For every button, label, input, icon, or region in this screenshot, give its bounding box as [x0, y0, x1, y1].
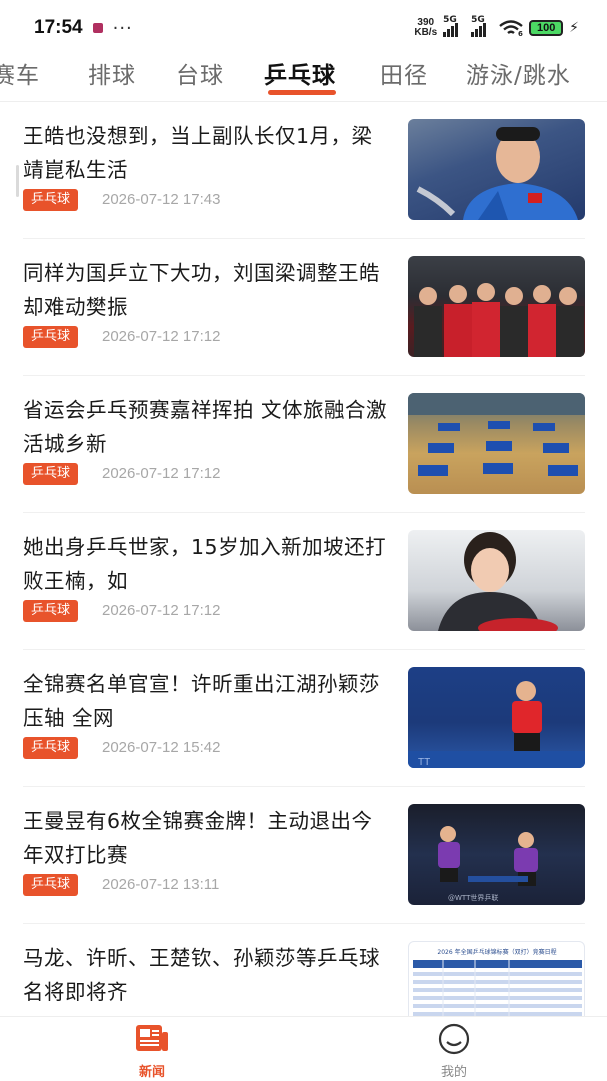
wifi-suffix: 6 [518, 30, 523, 36]
tab-table-tennis[interactable]: 乒乓球 [264, 56, 336, 90]
more-dots-icon: ··· [112, 17, 133, 39]
tab-volleyball[interactable]: 排球 [88, 56, 136, 90]
status-right: 390 KB/s 5G 5G 6 100 ⚡ [414, 15, 579, 38]
news-thumbnail[interactable]: TT [408, 667, 585, 768]
news-title[interactable]: 王曼昱有6枚全锦赛金牌！主动退出今年双打比赛 [23, 804, 393, 872]
active-tab-indicator [268, 90, 336, 95]
news-date: 2026-07-12 13:11 [102, 876, 220, 893]
news-date: 2026-07-12 17:12 [102, 602, 221, 619]
news-divider [23, 923, 585, 924]
news-thumbnail[interactable] [408, 256, 585, 357]
news-date: 2026-07-12 17:43 [102, 191, 221, 208]
cell-signal-icon-1: 5G [443, 15, 465, 37]
thumb-header: 2026 年全国乒乓球锦标赛（双打）竞赛日程 [437, 948, 556, 956]
signal-label-1: 5G [443, 15, 457, 25]
news-title[interactable]: 王皓也没想到，当上副队长仅1月，梁靖崑私生活 [23, 119, 393, 187]
status-bar: 17:54 ··· 390 KB/s 5G 5G 6 100 ⚡ [0, 0, 607, 56]
news-item[interactable]: 王皓也没想到，当上副队长仅1月，梁靖崑私生活 乒乓球 2026-07-12 17… [0, 103, 607, 239]
signal-label-2: 5G [471, 15, 485, 25]
news-date: 2026-07-12 17:12 [102, 328, 221, 345]
nav-me[interactable]: 我的 [414, 1023, 494, 1080]
news-date: 2026-07-12 15:42 [102, 739, 221, 756]
news-thumbnail[interactable] [408, 119, 585, 220]
news-title[interactable]: 省运会乒乓预赛嘉祥挥拍 文体旅融合激活城乡新 [23, 393, 393, 461]
nav-me-label: 我的 [440, 1065, 467, 1080]
net-speed: 390 KB/s [414, 18, 437, 38]
news-divider [23, 786, 585, 787]
tab-racing[interactable]: 赛车 [0, 56, 40, 90]
news-item[interactable]: 同样为国乒立下大功，刘国梁调整王皓却难动樊振 乒乓球 2026-07-12 17… [0, 240, 607, 376]
nav-news-label: 新闻 [138, 1065, 165, 1080]
category-tabs: 赛车 排球 台球 乒乓球 田径 游泳/跳水 [0, 56, 607, 100]
nav-news[interactable]: 新闻 [112, 1023, 192, 1080]
news-divider [23, 375, 585, 376]
battery-level: 100 [536, 22, 556, 34]
app-notification-icon [92, 23, 103, 33]
smiley-face-icon [438, 1023, 470, 1055]
news-item[interactable]: 她出身乒乓世家，15岁加入新加坡还打败王楠，如 乒乓球 2026-07-12 1… [0, 514, 607, 650]
net-speed-unit: KB/s [414, 27, 438, 38]
news-item[interactable]: 王曼昱有6枚全锦赛金牌！主动退出今年双打比赛 乒乓球 2026-07-12 13… [0, 788, 607, 924]
tab-athletics[interactable]: 田径 [380, 56, 428, 90]
news-tag: 乒乓球 [23, 463, 79, 485]
news-thumbnail[interactable] [408, 393, 585, 494]
bottom-nav: 新闻 我的 [0, 1016, 607, 1081]
news-tag: 乒乓球 [23, 189, 79, 211]
thumb-watermark: TT [418, 757, 430, 768]
news-divider [23, 512, 585, 513]
charging-bolt-icon: ⚡ [569, 20, 579, 36]
news-item[interactable]: 省运会乒乓预赛嘉祥挥拍 文体旅融合激活城乡新 乒乓球 2026-07-12 17… [0, 377, 607, 513]
cell-signal-icon-2: 5G [471, 15, 493, 37]
status-left: 17:54 ··· [34, 17, 133, 39]
news-tag: 乒乓球 [23, 737, 79, 759]
news-title[interactable]: 同样为国乒立下大功，刘国梁调整王皓却难动樊振 [23, 256, 393, 324]
tabs-divider [0, 101, 607, 102]
news-tag: 乒乓球 [23, 600, 79, 622]
news-item[interactable]: 全锦赛名单官宣！许昕重出江湖孙颖莎压轴 全网 乒乓球 2026-07-12 15… [0, 651, 607, 787]
news-tag: 乒乓球 [23, 326, 79, 348]
tab-billiards[interactable]: 台球 [176, 56, 224, 90]
tab-swimming-diving[interactable]: 游泳/跳水 [466, 56, 571, 90]
battery-icon: 100 [529, 20, 564, 36]
news-date: 2026-07-12 17:12 [102, 465, 221, 482]
news-thumbnail[interactable] [408, 530, 585, 631]
news-divider [23, 649, 585, 650]
news-title[interactable]: 马龙、许昕、王楚钦、孙颖莎等乒乓球名将即将齐 [23, 941, 393, 1009]
thumb-watermark: @WTT世界乒联 [448, 893, 498, 902]
news-divider [23, 238, 585, 239]
news-title[interactable]: 她出身乒乓世家，15岁加入新加坡还打败王楠，如 [23, 530, 393, 598]
news-title[interactable]: 全锦赛名单官宣！许昕重出江湖孙颖莎压轴 全网 [23, 667, 393, 735]
status-time: 17:54 [34, 17, 83, 38]
news-tag: 乒乓球 [23, 874, 79, 896]
wifi-icon: 6 [499, 20, 523, 36]
news-thumbnail[interactable]: @WTT世界乒联 [408, 804, 585, 905]
newspaper-icon [136, 1025, 168, 1051]
